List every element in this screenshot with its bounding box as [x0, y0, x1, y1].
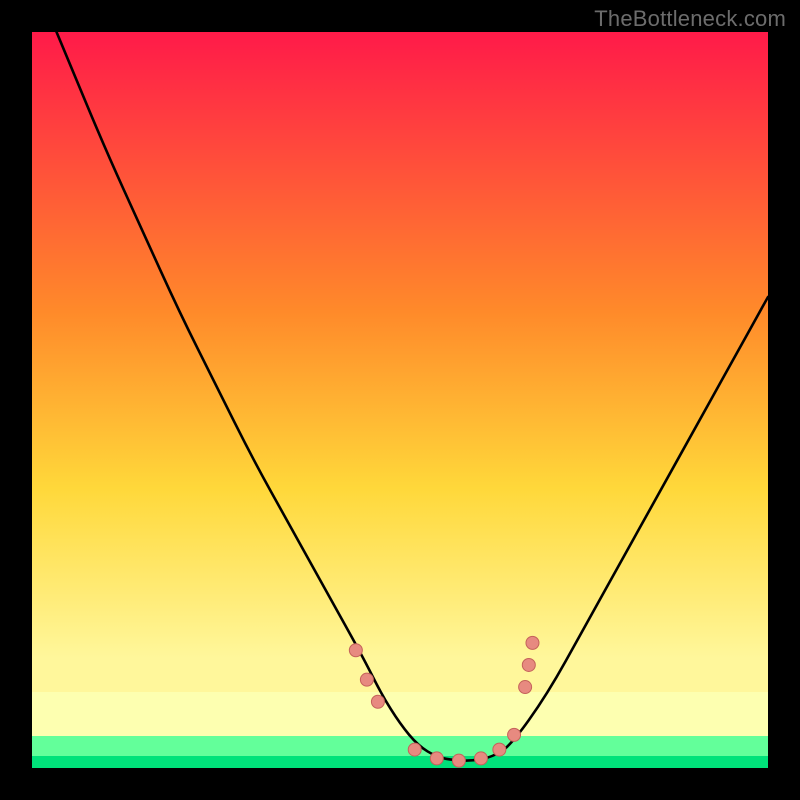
- band-green-dark: [32, 756, 768, 768]
- bottom-bands: [32, 692, 768, 768]
- curve-marker: [474, 752, 487, 765]
- curve-marker: [371, 695, 384, 708]
- curve-marker: [452, 754, 465, 767]
- curve-marker: [493, 743, 506, 756]
- curve-marker: [508, 728, 521, 741]
- chart-svg: [32, 32, 768, 768]
- band-pale-yellow-2: [32, 726, 768, 736]
- band-green-light-2: [32, 746, 768, 756]
- chart-frame: TheBottleneck.com: [0, 0, 800, 800]
- watermark-text: TheBottleneck.com: [594, 6, 786, 32]
- curve-marker: [430, 752, 443, 765]
- plot-area: [32, 32, 768, 768]
- curve-marker: [349, 644, 362, 657]
- band-green-light: [32, 736, 768, 746]
- curve-marker: [526, 636, 539, 649]
- curve-marker: [360, 673, 373, 686]
- curve-marker: [519, 681, 532, 694]
- curve-marker: [408, 743, 421, 756]
- gradient-background: [32, 32, 768, 768]
- curve-marker: [522, 658, 535, 671]
